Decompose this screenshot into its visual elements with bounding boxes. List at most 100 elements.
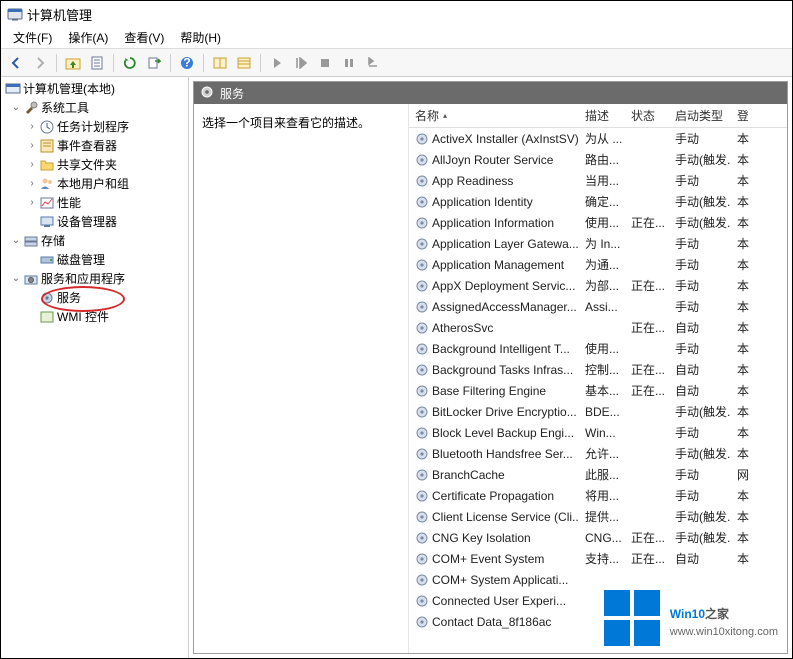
service-logon: 网	[731, 466, 749, 483]
export-button[interactable]	[143, 52, 165, 74]
service-desc: 使用...	[579, 214, 625, 231]
service-row[interactable]: BitLocker Drive Encryptio...BDE...手动(触发.…	[409, 401, 787, 422]
service-row[interactable]: Background Tasks Infras...控制...正在...自动本	[409, 359, 787, 380]
service-row[interactable]: AllJoyn Router Service路由...手动(触发...本	[409, 149, 787, 170]
tree-performance[interactable]: ›性能	[3, 193, 188, 212]
pause-service-button[interactable]	[338, 52, 360, 74]
list-rows[interactable]: ActiveX Installer (AxInstSV)为从 ...手动本All…	[409, 128, 787, 653]
service-row[interactable]: BranchCache此服...手动网	[409, 464, 787, 485]
tree-pane[interactable]: 计算机管理(本地) ⌄ 系统工具 ›任务计划程序 ›事件查看器 ›共享文件夹 ›…	[1, 77, 189, 658]
service-row[interactable]: Connected User Experi...	[409, 590, 787, 611]
service-startup: 自动	[669, 382, 731, 399]
service-row[interactable]: Contact Data_8f186ac	[409, 611, 787, 632]
column-status[interactable]: 状态	[625, 104, 669, 127]
service-name: Connected User Experi...	[409, 594, 579, 608]
service-startup: 手动(触发...	[669, 508, 731, 525]
storage-icon	[23, 233, 39, 249]
service-row[interactable]: Application Information使用...正在...手动(触发..…	[409, 212, 787, 233]
back-button[interactable]	[5, 52, 27, 74]
tree-disk-management[interactable]: 磁盘管理	[3, 250, 188, 269]
column-startup[interactable]: 启动类型	[669, 104, 731, 127]
service-desc: 为通...	[579, 256, 625, 273]
service-name: Application Identity	[409, 195, 579, 209]
gear-icon	[415, 300, 429, 314]
service-name: Bluetooth Handsfree Ser...	[409, 447, 579, 461]
service-row[interactable]: Client License Service (Cli...提供...手动(触发…	[409, 506, 787, 527]
tree-root[interactable]: 计算机管理(本地)	[3, 79, 188, 98]
tree-services[interactable]: 服务	[3, 288, 188, 307]
service-row[interactable]: AppX Deployment Servic...为部...正在...手动本	[409, 275, 787, 296]
service-row[interactable]: CNG Key IsolationCNG...正在...手动(触发...本	[409, 527, 787, 548]
service-row[interactable]: AssignedAccessManager...Assi...手动本	[409, 296, 787, 317]
service-row[interactable]: Bluetooth Handsfree Ser...允许...手动(触发...本	[409, 443, 787, 464]
collapse-icon[interactable]: ⌄	[9, 101, 23, 115]
help-button[interactable]: ?	[176, 52, 198, 74]
column-name[interactable]: 名称▴	[409, 104, 579, 127]
tree-event-viewer[interactable]: ›事件查看器	[3, 136, 188, 155]
service-row[interactable]: COM+ Event System支持...正在...自动本	[409, 548, 787, 569]
tree-label: WMI 控件	[57, 308, 109, 325]
service-row[interactable]: Application Layer Gatewa...为 In...手动本	[409, 233, 787, 254]
menu-view[interactable]: 查看(V)	[116, 27, 172, 48]
service-desc: 提供...	[579, 508, 625, 525]
service-startup: 自动	[669, 361, 731, 378]
service-row[interactable]: Base Filtering Engine基本...正在...自动本	[409, 380, 787, 401]
menu-action[interactable]: 操作(A)	[60, 27, 116, 48]
expand-icon[interactable]: ›	[25, 120, 39, 134]
service-logon: 本	[731, 256, 749, 273]
expand-icon[interactable]: ›	[25, 139, 39, 153]
service-row[interactable]: App Readiness当用...手动本	[409, 170, 787, 191]
collapse-icon[interactable]: ⌄	[9, 272, 23, 286]
service-name: Application Layer Gatewa...	[409, 237, 579, 251]
tree-wmi[interactable]: WMI 控件	[3, 307, 188, 326]
service-row[interactable]: ActiveX Installer (AxInstSV)为从 ...手动本	[409, 128, 787, 149]
forward-button[interactable]	[29, 52, 51, 74]
tree-device-manager[interactable]: 设备管理器	[3, 212, 188, 231]
service-row[interactable]: COM+ System Applicati...	[409, 569, 787, 590]
app-icon	[7, 6, 23, 22]
stop-service-button[interactable]	[314, 52, 336, 74]
tree-shared-folders[interactable]: ›共享文件夹	[3, 155, 188, 174]
view-columns-button[interactable]	[209, 52, 231, 74]
services-list[interactable]: 名称▴ 描述 状态 启动类型 登 ActiveX Installer (AxIn…	[409, 104, 787, 653]
service-row[interactable]: AtherosSvc正在...自动本	[409, 317, 787, 338]
tree-task-scheduler[interactable]: ›任务计划程序	[3, 117, 188, 136]
service-row[interactable]: Application Identity确定...手动(触发...本	[409, 191, 787, 212]
disk-icon	[39, 252, 55, 268]
service-desc: 允许...	[579, 445, 625, 462]
up-folder-button[interactable]	[62, 52, 84, 74]
service-startup: 自动	[669, 550, 731, 567]
service-name: App Readiness	[409, 174, 579, 188]
restart-service-button[interactable]	[362, 52, 384, 74]
gear-icon	[415, 384, 429, 398]
menu-file[interactable]: 文件(F)	[5, 27, 60, 48]
gear-icon	[39, 290, 55, 306]
gear-icon	[415, 510, 429, 524]
service-desc: CNG...	[579, 531, 625, 545]
service-row[interactable]: Application Management为通...手动本	[409, 254, 787, 275]
collapse-icon[interactable]: ⌄	[9, 234, 23, 248]
gear-icon	[415, 447, 429, 461]
refresh-button[interactable]	[119, 52, 141, 74]
column-description[interactable]: 描述	[579, 104, 625, 127]
resume-service-button[interactable]	[290, 52, 312, 74]
service-logon: 本	[731, 403, 749, 420]
tree-services-apps[interactable]: ⌄ 服务和应用程序	[3, 269, 188, 288]
properties-button[interactable]	[86, 52, 108, 74]
service-startup: 手动(触发...	[669, 193, 731, 210]
service-logon: 本	[731, 508, 749, 525]
service-row[interactable]: Block Level Backup Engi...Win...手动本	[409, 422, 787, 443]
column-logon[interactable]: 登	[731, 104, 749, 127]
tree-system-tools[interactable]: ⌄ 系统工具	[3, 98, 188, 117]
start-service-button[interactable]	[266, 52, 288, 74]
tree-local-users[interactable]: ›本地用户和组	[3, 174, 188, 193]
expand-icon[interactable]: ›	[25, 196, 39, 210]
menu-help[interactable]: 帮助(H)	[172, 27, 229, 48]
expand-icon[interactable]: ›	[25, 177, 39, 191]
tree-storage[interactable]: ⌄ 存储	[3, 231, 188, 250]
expand-icon[interactable]: ›	[25, 158, 39, 172]
view-details-button[interactable]	[233, 52, 255, 74]
service-row[interactable]: Certificate Propagation将用...手动本	[409, 485, 787, 506]
service-row[interactable]: Background Intelligent T...使用...手动本	[409, 338, 787, 359]
service-desc: 基本...	[579, 382, 625, 399]
